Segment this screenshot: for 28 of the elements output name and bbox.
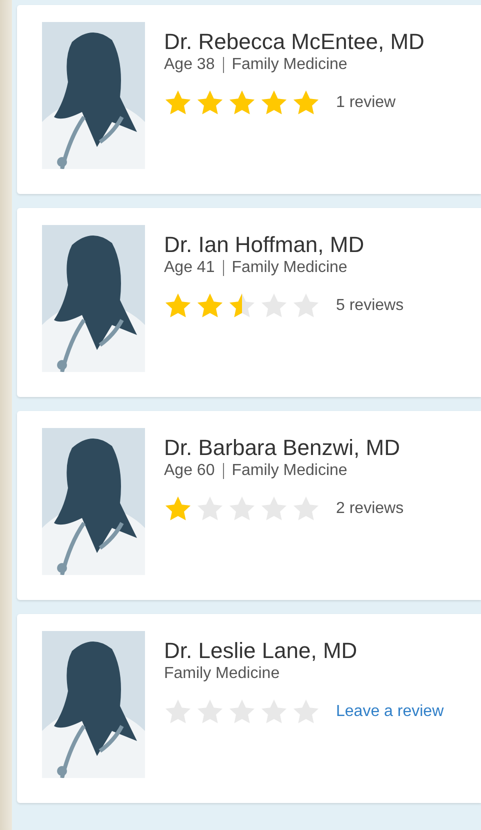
review-count: 2 reviews bbox=[336, 500, 404, 518]
star-icon bbox=[164, 495, 192, 523]
star-icon bbox=[164, 89, 192, 117]
star-icon bbox=[164, 292, 192, 320]
review-count: 1 review bbox=[336, 94, 396, 112]
star-icon bbox=[196, 89, 224, 117]
leave-review-link[interactable]: Leave a review bbox=[336, 703, 444, 721]
doctor-name: Dr. Barbara Benzwi, MD bbox=[164, 435, 401, 461]
doctor-age: Age 41 bbox=[164, 258, 215, 278]
star-icon bbox=[228, 292, 256, 320]
review-count: 5 reviews bbox=[336, 297, 404, 315]
doctor-specialty: Family Medicine bbox=[232, 461, 348, 481]
doctor-card[interactable]: Dr. Ian Hoffman, MD Age 41 Family Medicine 5 reviews bbox=[17, 208, 481, 397]
star-icon bbox=[196, 292, 224, 320]
doctor-age: Age 60 bbox=[164, 461, 215, 481]
star-icon bbox=[228, 89, 256, 117]
doctor-specialty: Family Medicine bbox=[164, 664, 280, 684]
star-icon bbox=[292, 89, 320, 117]
doctor-name: Dr. Leslie Lane, MD bbox=[164, 638, 358, 664]
doctor-card[interactable]: Dr. Leslie Lane, MD Family Medicine Leave a review bbox=[17, 614, 481, 803]
doctor-name: Dr. Ian Hoffman, MD bbox=[164, 232, 366, 258]
star-icon bbox=[260, 89, 288, 117]
doctor-card[interactable]: Dr. Rebecca McEntee, MD Age 38 Family Medicine 1 review bbox=[17, 5, 481, 194]
doctor-age: Age 38 bbox=[164, 55, 215, 75]
doctor-card[interactable]: Dr. Barbara Benzwi, MD Age 60 Family Medicine 2 reviews bbox=[17, 411, 481, 600]
doctor-name: Dr. Rebecca McEntee, MD bbox=[164, 29, 424, 55]
doctor-specialty: Family Medicine bbox=[232, 258, 348, 278]
doctor-specialty: Family Medicine bbox=[232, 55, 348, 75]
